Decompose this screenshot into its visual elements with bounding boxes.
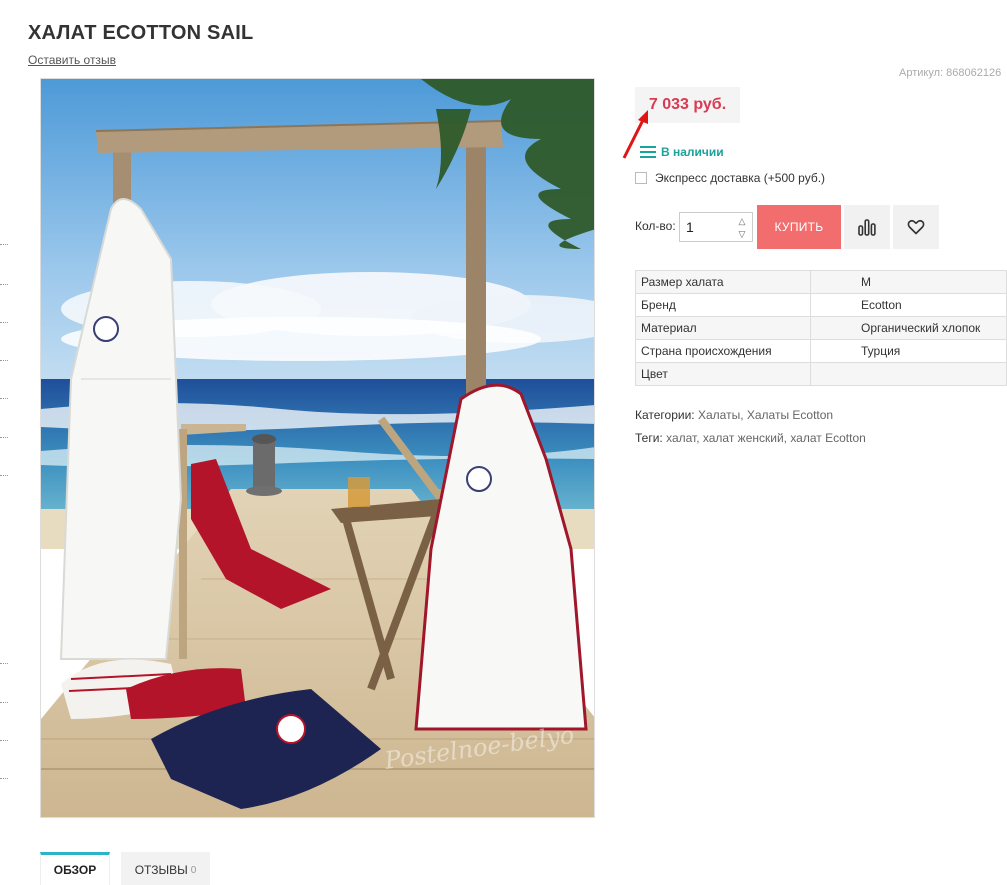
categories-links[interactable]: Халаты, Халаты Ecotton — [698, 408, 833, 422]
compare-bars-icon — [858, 219, 876, 236]
attributes-table: Размер халата M Бренд Ecotton Материал О… — [635, 270, 1007, 386]
dotted-mark — [0, 360, 8, 361]
price-value: 7 033 руб. — [648, 96, 727, 113]
attribute-value: Ecotton — [810, 293, 1007, 317]
product-photo-illustration: Postelnoe-belyo — [41, 79, 594, 817]
stock-status: В наличии — [640, 145, 724, 159]
list-icon — [640, 146, 656, 158]
tab-reviews-label: ОТЗЫВЫ — [134, 863, 188, 877]
tab-overview[interactable]: ОБЗОР — [40, 852, 110, 885]
stock-label: В наличии — [661, 145, 724, 159]
attribute-value: M — [810, 270, 1007, 294]
compare-button[interactable] — [844, 205, 890, 249]
dotted-mark — [0, 702, 8, 703]
categories-label: Категории: — [635, 408, 695, 422]
quantity-label: Кол-во: — [635, 219, 676, 233]
table-row: Материал Органический хлопок — [635, 316, 1007, 340]
quantity-input[interactable]: 1 — [686, 219, 694, 235]
table-row: Цвет — [635, 362, 1007, 386]
dotted-mark — [0, 663, 8, 664]
tags: Теги: халат, халат женский, халат Ecotto… — [635, 431, 866, 445]
sku-label: Артикул: — [899, 67, 944, 79]
attribute-name: Бренд — [635, 293, 811, 317]
product-image[interactable]: Postelnoe-belyo — [40, 78, 595, 818]
sku: Артикул: 868062126 — [899, 67, 1007, 79]
attribute-name: Размер халата — [635, 270, 811, 294]
table-row: Бренд Ecotton — [635, 293, 1007, 317]
dotted-mark — [0, 398, 8, 399]
reviews-count: 0 — [190, 864, 197, 876]
dotted-mark — [0, 284, 8, 285]
attribute-value: Органический хлопок — [810, 316, 1007, 340]
tags-links[interactable]: халат, халат женский, халат Ecotton — [666, 431, 866, 445]
buy-button[interactable]: КУПИТЬ — [757, 205, 841, 249]
dotted-mark — [0, 437, 8, 438]
dotted-mark — [0, 244, 8, 245]
product-title: ХАЛАТ ECOTTON SAIL — [28, 22, 254, 44]
table-row: Страна происхождения Турция — [635, 339, 1007, 363]
attribute-name: Материал — [635, 316, 811, 340]
chevron-up-icon[interactable]: △ — [736, 215, 748, 227]
tab-reviews[interactable]: ОТЗЫВЫ 0 — [121, 852, 210, 885]
attribute-value — [810, 362, 1007, 386]
wishlist-button[interactable] — [893, 205, 939, 249]
left-edge-dotted-marks — [0, 0, 10, 885]
heart-icon — [907, 219, 925, 235]
leave-review-link[interactable]: Оставить отзыв — [28, 53, 116, 67]
express-delivery-option[interactable]: Экспресс доставка (+500 руб.) — [635, 171, 825, 185]
attribute-name: Страна происхождения — [635, 339, 811, 363]
dotted-mark — [0, 778, 8, 779]
dotted-mark — [0, 322, 8, 323]
sku-value: 868062126 — [946, 67, 1002, 79]
attribute-value: Турция — [810, 339, 1007, 363]
express-delivery-label: Экспресс доставка (+500 руб.) — [655, 171, 826, 185]
dotted-mark — [0, 475, 8, 476]
tags-label: Теги: — [635, 431, 663, 445]
dotted-mark — [0, 740, 8, 741]
quantity-stepper[interactable]: 1 △ ▽ — [679, 212, 753, 242]
categories: Категории: Халаты, Халаты Ecotton — [635, 408, 833, 422]
attribute-name: Цвет — [635, 362, 811, 386]
chevron-down-icon[interactable]: ▽ — [736, 228, 748, 240]
table-row: Размер халата M — [635, 270, 1007, 294]
express-delivery-checkbox[interactable] — [635, 172, 647, 184]
